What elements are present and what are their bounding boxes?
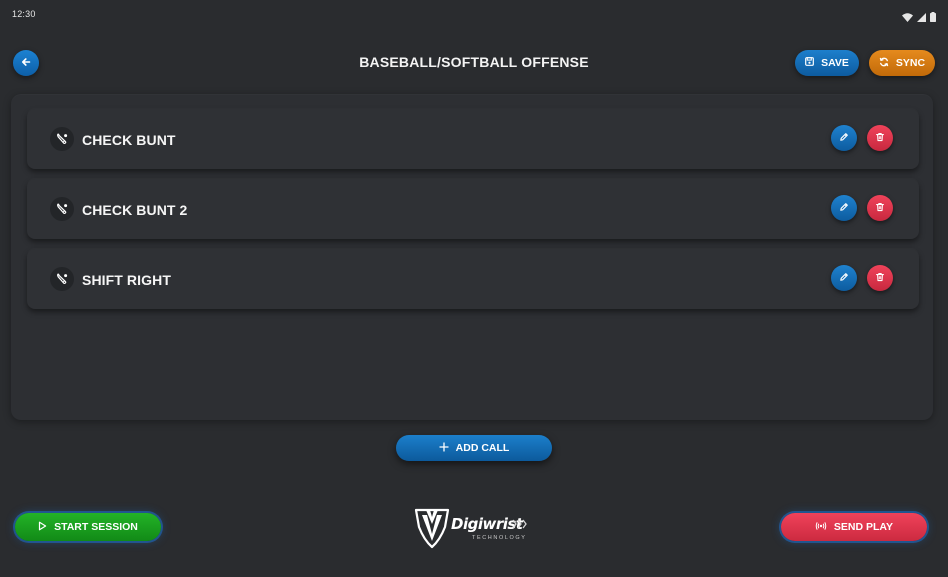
wifi-icon — [902, 9, 913, 27]
call-row[interactable]: CHECK BUNT 2 — [27, 179, 919, 239]
add-call-label: ADD CALL — [455, 442, 510, 454]
call-label: CHECK BUNT — [82, 132, 176, 148]
call-label: CHECK BUNT 2 — [82, 202, 188, 218]
save-label: SAVE — [821, 57, 849, 69]
calls-panel: CHECK BUNT CHECK BUNT 2 SHIFT RIGHT — [11, 94, 933, 420]
bat-ball-icon — [50, 127, 74, 151]
battery-icon — [930, 9, 936, 27]
status-icons — [902, 9, 936, 27]
brand-tagline: TECHNOLOGY — [472, 535, 527, 541]
bat-ball-icon — [50, 197, 74, 221]
cellular-signal-icon — [917, 9, 926, 27]
sync-button[interactable]: SYNC — [869, 50, 935, 76]
edit-button[interactable] — [831, 265, 857, 291]
plus-icon — [439, 441, 449, 455]
pencil-icon — [839, 269, 849, 287]
edit-button[interactable] — [831, 195, 857, 221]
pencil-icon — [839, 199, 849, 217]
start-session-label: START SESSION — [54, 521, 138, 533]
play-outline-icon — [38, 521, 47, 534]
call-row[interactable]: SHIFT RIGHT — [27, 249, 919, 309]
shield-logo-icon — [414, 508, 450, 549]
delete-button[interactable] — [867, 125, 893, 151]
status-bar: 12:30 — [0, 0, 948, 28]
status-time: 12:30 — [12, 9, 36, 19]
delete-button[interactable] — [867, 265, 893, 291]
trash-icon — [875, 129, 885, 147]
add-call-button[interactable]: ADD CALL — [396, 435, 552, 461]
sync-label: SYNC — [895, 57, 926, 69]
pencil-icon — [839, 129, 849, 147]
refresh-icon — [879, 57, 889, 70]
digiwrist-logo: Digiwrist TECHNOLOGY — [414, 506, 534, 550]
call-row[interactable]: CHECK BUNT — [27, 109, 919, 169]
send-play-button[interactable]: SEND PLAY — [781, 513, 927, 541]
trash-icon — [875, 199, 885, 217]
broadcast-icon — [815, 521, 827, 534]
call-label: SHIFT RIGHT — [82, 272, 171, 288]
start-session-button[interactable]: START SESSION — [15, 513, 161, 541]
trash-icon — [875, 269, 885, 287]
save-button[interactable]: SAVE — [795, 50, 859, 76]
delete-button[interactable] — [867, 195, 893, 221]
bat-ball-icon — [50, 267, 74, 291]
chevrons-right-icon — [512, 519, 527, 529]
send-play-label: SEND PLAY — [833, 521, 894, 533]
floppy-disk-icon — [805, 57, 814, 69]
edit-button[interactable] — [831, 125, 857, 151]
